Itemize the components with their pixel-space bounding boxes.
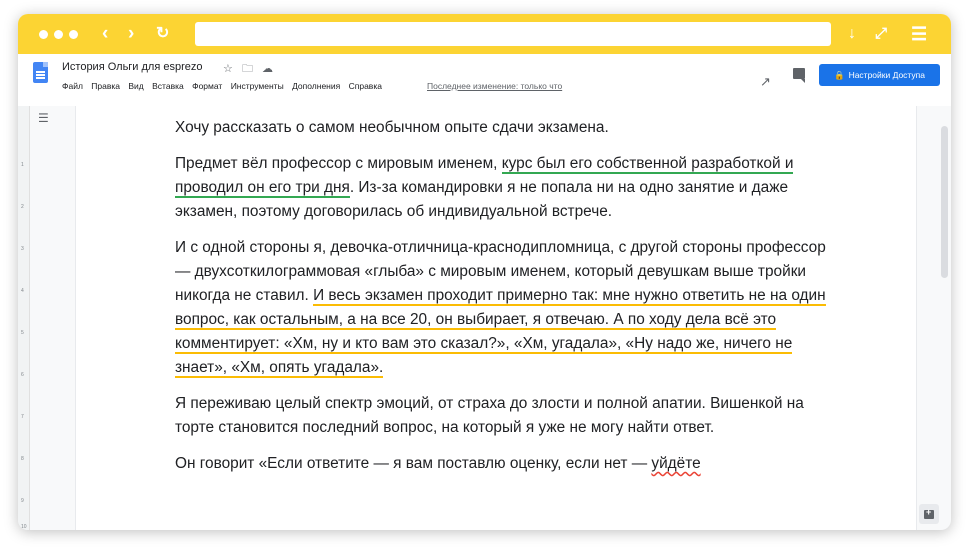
scrollbar[interactable] (941, 126, 948, 278)
reload-icon[interactable]: ↻ (156, 23, 169, 45)
docs-logo-icon[interactable] (33, 62, 48, 83)
add-comment-icon (924, 507, 934, 519)
ruler-number: 7 (21, 414, 24, 420)
window-dot-icon[interactable] (39, 30, 48, 39)
menu-item-view[interactable]: Вид (128, 81, 143, 91)
forward-icon[interactable]: › (128, 23, 134, 45)
comment-icon[interactable] (793, 68, 805, 83)
window-dot-icon[interactable] (69, 30, 78, 39)
add-comment-button[interactable] (919, 504, 939, 524)
menu-item-help[interactable]: Справка (349, 81, 382, 91)
text-run: Предмет вёл профессор с мировым именем, (175, 155, 502, 172)
ruler-number: 8 (21, 456, 24, 462)
folder-icon[interactable]: 🗀 (242, 63, 253, 75)
menu-item-tools[interactable]: Инструменты (231, 81, 284, 91)
menu-item-edit[interactable]: Правка (91, 81, 120, 91)
paragraph: Хочу рассказать о самом необычном опыте … (175, 119, 609, 136)
share-button[interactable]: 🔒 Настройки Доступа (819, 64, 940, 86)
window-dot-icon[interactable] (54, 30, 63, 39)
star-icon[interactable]: ☆ (223, 63, 233, 75)
vertical-ruler: 1 2 3 4 5 6 7 8 9 10 (18, 106, 30, 530)
download-icon[interactable]: ↓ (848, 23, 856, 45)
paragraph: Он говорит «Если ответите — я вам постав… (175, 452, 835, 476)
ruler-number: 9 (21, 498, 24, 504)
ruler-number: 3 (21, 246, 24, 252)
ruler-number: 5 (21, 330, 24, 336)
text-run: Он говорит «Если ответите — я вам постав… (175, 455, 652, 472)
menu-icon[interactable]: ☰ (911, 23, 927, 45)
ruler-number: 1 (21, 162, 24, 168)
browser-window: ‹ › ↻ ↓ ⤢ ☰ История Ольги для esprezo ☆ … (18, 14, 951, 530)
cloud-icon[interactable]: ☁ (262, 63, 273, 75)
document-body[interactable]: Хочу рассказать о самом необычном опыте … (175, 116, 835, 488)
menu-item-file[interactable]: Файл (62, 81, 83, 91)
menu-item-addons[interactable]: Дополнения (292, 81, 340, 91)
ruler-number: 4 (21, 288, 24, 294)
menu-item-format[interactable]: Формат (192, 81, 222, 91)
ruler-number: 6 (21, 372, 24, 378)
last-edit-link[interactable]: Последнее изменение: только что (427, 81, 562, 91)
title-icons: ☆ 🗀 ☁ (223, 60, 279, 79)
trend-icon[interactable]: ↗ (760, 74, 771, 90)
spelling-error[interactable]: уйдёте (651, 455, 700, 472)
browser-toolbar: ‹ › ↻ ↓ ⤢ ☰ (18, 14, 951, 54)
address-bar[interactable] (195, 22, 831, 46)
paragraph: Я переживаю целый спектр эмоций, от стра… (175, 395, 804, 436)
share-button-label: Настройки Доступа (848, 70, 926, 80)
menu-bar: Файл Правка Вид Вставка Формат Инструмен… (62, 81, 388, 91)
expand-icon[interactable]: ⤢ (875, 23, 887, 45)
outline-icon[interactable]: ☰ (38, 111, 49, 125)
ruler-number: 10 (21, 524, 27, 530)
paragraph: И с одной стороны я, девочка-отличница-к… (175, 236, 835, 380)
paragraph: Предмет вёл профессор с мировым именем, … (175, 152, 835, 224)
menu-item-insert[interactable]: Вставка (152, 81, 184, 91)
document-title[interactable]: История Ольги для esprezo (62, 61, 203, 73)
back-icon[interactable]: ‹ (102, 23, 108, 45)
lock-icon: 🔒 (833, 69, 845, 80)
ruler-number: 2 (21, 204, 24, 210)
docs-header: История Ольги для esprezo ☆ 🗀 ☁ Файл Пра… (18, 54, 951, 106)
